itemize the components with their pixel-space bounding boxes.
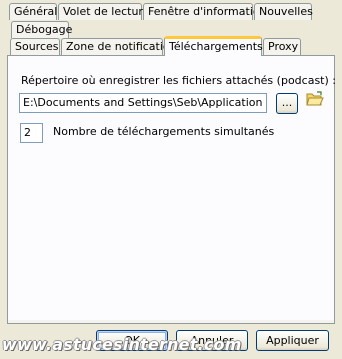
tab-general[interactable]: Général — [9, 3, 57, 20]
browse-button[interactable]: ... — [276, 93, 298, 114]
simultaneous-downloads-label: Nombre de téléchargements simultanés — [53, 125, 275, 138]
directory-label: Répertoire où enregistrer les fichiers a… — [21, 74, 336, 87]
cancel-button[interactable]: Annuler — [176, 330, 248, 351]
simultaneous-downloads-input[interactable]: 2 — [20, 123, 43, 143]
directory-input[interactable]: E:\Documents and Settings\Seb\Applicatio… — [19, 93, 267, 113]
tab-volet-de-lecture[interactable]: Volet de lecture — [58, 3, 150, 20]
tab-sources[interactable]: Sources — [10, 38, 60, 55]
tab-zone-de-notification[interactable]: Zone de notification — [61, 38, 177, 55]
tab-fenetre-information[interactable]: Fenêtre d'information — [143, 3, 267, 20]
apply-button[interactable]: Appliquer — [256, 330, 329, 351]
ok-button[interactable]: OK — [96, 330, 168, 351]
tab-nouvelles[interactable]: Nouvelles — [254, 3, 313, 20]
panel-bottom-edge — [7, 320, 335, 324]
tab-telechargements[interactable]: Téléchargements — [164, 36, 263, 56]
downloads-panel: Répertoire où enregistrer les fichiers a… — [7, 55, 336, 324]
folder-open-icon[interactable] — [306, 91, 324, 107]
tab-proxy[interactable]: Proxy — [263, 38, 301, 55]
tab-debogage[interactable]: Débogage — [11, 21, 72, 38]
